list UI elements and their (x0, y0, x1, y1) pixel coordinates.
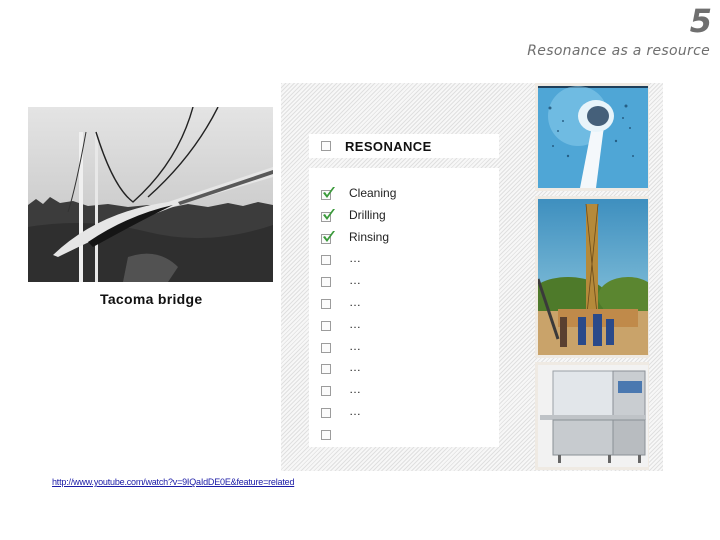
checklist-item-label: … (349, 295, 361, 309)
checkbox-unchecked[interactable] (321, 386, 331, 397)
checklist-item-label: … (349, 273, 361, 288)
checklist-item-label: … (349, 251, 361, 266)
checkbox-unchecked[interactable] (321, 320, 331, 331)
checklist-item-label: Rinsing (349, 229, 390, 244)
checklist-item-label: … (349, 316, 361, 331)
checklist-item-label: … (349, 338, 361, 353)
drilling-rig-image (538, 199, 648, 355)
checkbox-unchecked[interactable] (321, 342, 331, 353)
checkbox-unchecked[interactable] (321, 299, 331, 309)
checkbox-unchecked[interactable] (321, 277, 331, 288)
green-check-icon (323, 208, 335, 220)
checkbox-unchecked[interactable] (321, 429, 331, 440)
slide-subtitle: Resonance as a resource (527, 43, 710, 59)
slide-number: 5 (689, 2, 712, 40)
checkbox-unchecked[interactable] (321, 408, 331, 418)
checkbox-unchecked[interactable] (321, 255, 331, 266)
title-checkbox[interactable] (321, 141, 331, 151)
checklist-item-label: Drilling (349, 207, 386, 222)
green-check-icon (323, 230, 335, 242)
rinsing-machine-image (538, 365, 648, 467)
checklist-item-label: … (349, 404, 361, 418)
video-link[interactable]: http://www.youtube.com/watch?v=9IQaIdDE0… (52, 477, 294, 487)
checklist-item-label: … (349, 382, 361, 397)
checklist-item-label: Cleaning (349, 186, 397, 200)
green-check-icon (323, 187, 335, 198)
checklist-title: RESONANCE (345, 139, 432, 154)
checkbox-unchecked[interactable] (321, 364, 331, 375)
checklist-item-label: … (349, 360, 361, 375)
toothbrush-image (538, 86, 648, 188)
